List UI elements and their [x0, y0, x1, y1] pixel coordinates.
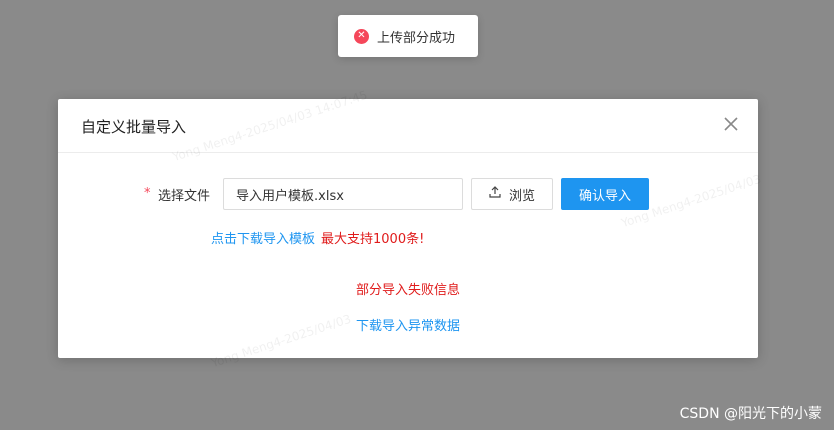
required-marker: * — [144, 186, 151, 201]
toast-message: ✕ 上传部分成功 — [338, 15, 478, 57]
file-select-label: 选择文件 — [158, 189, 211, 204]
file-name-input[interactable] — [223, 178, 463, 210]
csdn-watermark: CSDN @阳光下的小蒙 — [679, 406, 822, 422]
confirm-import-button[interactable]: 确认导入 — [561, 178, 649, 210]
download-template-link[interactable]: 点击下载导入模板 — [211, 232, 315, 247]
browse-button[interactable]: 浏览 — [471, 178, 553, 210]
browse-button-label: 浏览 — [508, 188, 535, 204]
error-circle-icon: ✕ — [354, 28, 369, 44]
dialog-header: 自定义批量导入 — [58, 99, 758, 153]
file-select-row: * 选择文件 浏览 确认导入 — [58, 178, 758, 210]
batch-import-dialog: 自定义批量导入 Yong Meng4-2025/04/03 14:07:45 Y… — [58, 88, 763, 370]
download-error-data-link[interactable]: 下载导入异常数据 — [58, 315, 758, 334]
max-support-note: 最大支持1000条! — [321, 232, 425, 247]
upload-icon — [489, 186, 501, 202]
close-icon[interactable] — [722, 115, 740, 133]
toast-text: 上传部分成功 — [377, 30, 456, 46]
template-row: 点击下载导入模板 最大支持1000条! — [211, 228, 424, 247]
dialog-title: 自定义批量导入 — [81, 118, 187, 136]
partial-fail-info: 部分导入失败信息 — [355, 283, 460, 298]
